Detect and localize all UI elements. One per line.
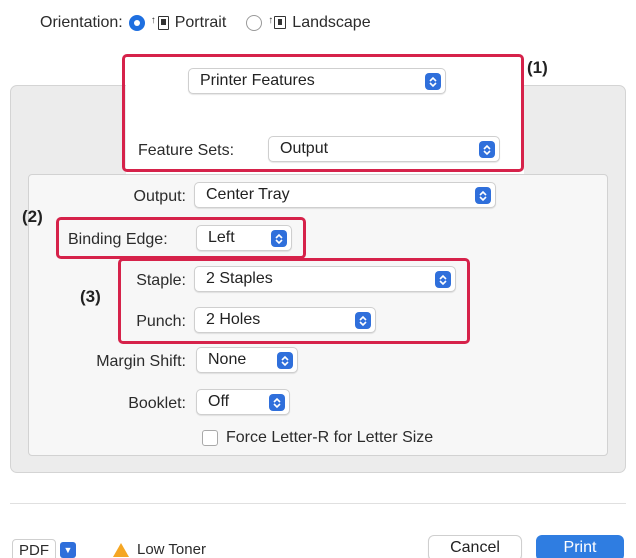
updown-icon (475, 187, 491, 204)
print-button[interactable]: Print (536, 535, 624, 558)
booklet-value: Off (208, 393, 230, 410)
force-letter-r-label: Force Letter-R for Letter Size (226, 429, 434, 446)
portrait-radio[interactable] (128, 15, 145, 31)
callout-3: (3) (80, 287, 101, 306)
footer-divider (10, 503, 626, 504)
force-letter-r-checkbox[interactable] (202, 430, 218, 446)
portrait-icon: ↑ (151, 15, 169, 31)
orientation-row: Orientation: ↑ Portrait ↑ Landscape (40, 10, 371, 36)
highlight-box-1 (122, 54, 524, 172)
highlight-box-3 (118, 258, 470, 344)
callout-1: (1) (527, 58, 548, 77)
callout-2: (2) (22, 207, 43, 226)
booklet-label: Booklet: (128, 395, 186, 412)
chevron-down-icon: ▼ (60, 542, 76, 558)
updown-icon (277, 352, 293, 369)
pdf-label: PDF (12, 538, 56, 558)
margin-shift-value: None (208, 351, 247, 368)
highlight-box-2 (56, 217, 306, 259)
landscape-label: Landscape (292, 14, 371, 31)
portrait-label: Portrait (174, 14, 227, 31)
warning-text: Low Toner (137, 541, 206, 558)
margin-shift-select[interactable]: None (196, 347, 298, 373)
margin-shift-label: Margin Shift: (96, 353, 186, 370)
landscape-icon: ↑ (268, 15, 287, 31)
pdf-menu-button[interactable]: PDF ▼ (12, 538, 76, 558)
output-label: Output: (133, 188, 186, 205)
orientation-label: Orientation: (40, 14, 123, 31)
low-toner-warning: Low Toner (113, 541, 206, 558)
output-select[interactable]: Center Tray (194, 182, 496, 208)
landscape-radio[interactable] (246, 15, 263, 31)
warning-icon (113, 542, 129, 557)
booklet-select[interactable]: Off (196, 389, 290, 415)
cancel-button[interactable]: Cancel (428, 535, 522, 558)
updown-icon (269, 394, 285, 411)
output-value: Center Tray (206, 186, 290, 203)
